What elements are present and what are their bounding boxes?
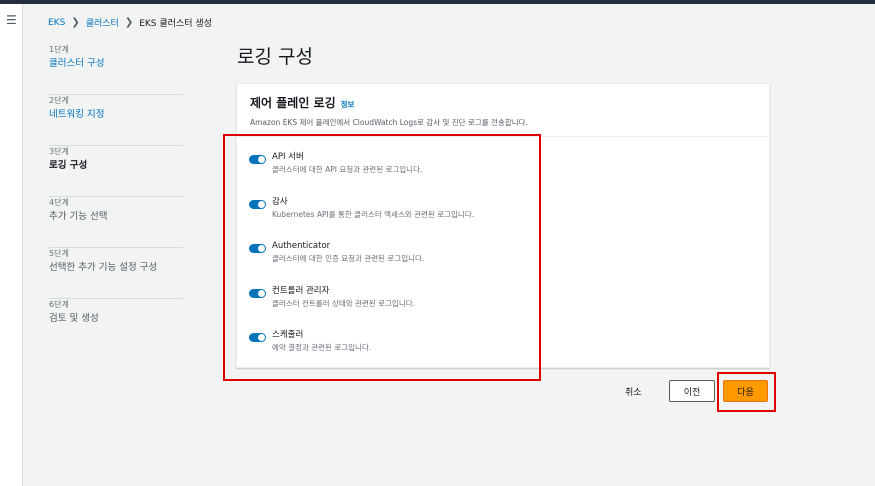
step-review: 검토 및 생성 <box>49 313 99 324</box>
toggles-highlight-box <box>223 134 541 381</box>
top-navigation-bar <box>0 0 875 4</box>
step-link-networking[interactable]: 네트워킹 지정 <box>49 107 183 123</box>
panel-header: 제어 플레인 로깅 정보 Amazon EKS 제어 플레인에서 CloudWa… <box>237 84 769 137</box>
step-number: 5단계 <box>49 249 69 258</box>
step-addons: 추가 기능 선택 <box>49 211 108 222</box>
step-addon-settings: 선택한 추가 기능 설정 구성 <box>49 262 158 273</box>
breadcrumb-eks[interactable]: EKS <box>48 18 65 28</box>
breadcrumb: EKS ❯ 클러스터 ❯ EKS 클러스터 생성 <box>48 16 212 29</box>
step-link-cluster-config[interactable]: 클러스터 구성 <box>49 56 183 72</box>
wizard-step-3: 3단계 로깅 구성 <box>49 146 183 197</box>
wizard-step-4: 4단계 추가 기능 선택 <box>49 197 183 248</box>
page-title: 로깅 구성 <box>237 46 313 68</box>
info-link[interactable]: 정보 <box>341 99 355 110</box>
panel-description: Amazon EKS 제어 플레인에서 CloudWatch Logs로 감사 … <box>250 118 528 127</box>
next-button-highlight-box <box>717 372 776 412</box>
wizard-steps: 1단계 클러스터 구성 2단계 네트워킹 지정 3단계 로깅 구성 4단계 추가… <box>49 44 183 350</box>
step-number: 3단계 <box>49 147 69 156</box>
step-current-logging: 로깅 구성 <box>49 160 88 171</box>
chevron-right-icon: ❯ <box>71 17 80 28</box>
previous-button[interactable]: 이전 <box>669 380 715 402</box>
step-number: 2단계 <box>49 96 69 105</box>
cancel-button[interactable]: 취소 <box>625 385 642 398</box>
wizard-step-1: 1단계 클러스터 구성 <box>49 44 183 95</box>
side-navigation-rail: ☰ <box>0 4 23 486</box>
panel-title: 제어 플레인 로깅 <box>250 96 336 110</box>
chevron-right-icon: ❯ <box>124 17 134 28</box>
breadcrumb-current: EKS 클러스터 생성 <box>139 19 212 29</box>
step-number: 4단계 <box>49 198 69 207</box>
wizard-step-5: 5단계 선택한 추가 기능 설정 구성 <box>49 248 183 299</box>
panel-title-row: 제어 플레인 로깅 정보 <box>250 94 756 111</box>
wizard-step-6: 6단계 검토 및 생성 <box>49 299 183 350</box>
step-number: 6단계 <box>49 300 69 309</box>
breadcrumb-clusters[interactable]: 클러스터 <box>86 16 119 29</box>
wizard-step-2: 2단계 네트워킹 지정 <box>49 95 183 146</box>
step-number: 1단계 <box>49 45 69 54</box>
menu-icon[interactable]: ☰ <box>6 14 17 26</box>
